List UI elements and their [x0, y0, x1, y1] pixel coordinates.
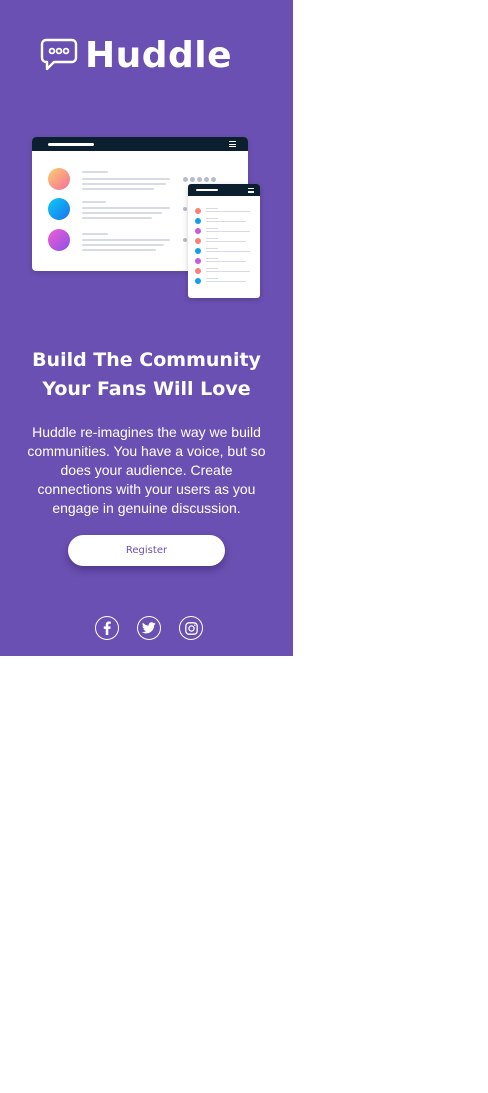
twitter-link[interactable]	[137, 616, 161, 640]
hamburger-icon	[248, 188, 254, 193]
hero-description: Huddle re-imagines the way we build comm…	[27, 424, 266, 516]
instagram-link[interactable]	[179, 616, 203, 640]
avatar	[48, 168, 70, 190]
speech-bubble-icon	[40, 38, 78, 71]
brand-name: Huddle	[85, 35, 233, 76]
logo[interactable]: Huddle	[40, 36, 232, 76]
mobile-window-mockup	[188, 184, 260, 298]
social-links	[95, 616, 203, 640]
twitter-icon	[142, 622, 156, 634]
hero-panel: Huddle Build The Community Your Fans Wil…	[0, 0, 293, 656]
avatar	[48, 198, 70, 220]
facebook-icon	[103, 621, 111, 635]
headline-line-2: Your Fans Will Love	[42, 378, 251, 400]
headline-line-1: Build The Community	[32, 349, 261, 371]
window-titlebar	[188, 184, 260, 196]
pagination-dots	[183, 177, 216, 182]
hero-headline: Build The Community Your Fans Will Love	[0, 346, 293, 404]
facebook-link[interactable]	[95, 616, 119, 640]
app-illustration	[32, 137, 262, 300]
avatar	[48, 229, 70, 251]
window-titlebar	[32, 137, 248, 151]
hamburger-icon	[229, 141, 236, 147]
instagram-icon	[184, 621, 198, 635]
register-button[interactable]: Register	[68, 535, 225, 566]
